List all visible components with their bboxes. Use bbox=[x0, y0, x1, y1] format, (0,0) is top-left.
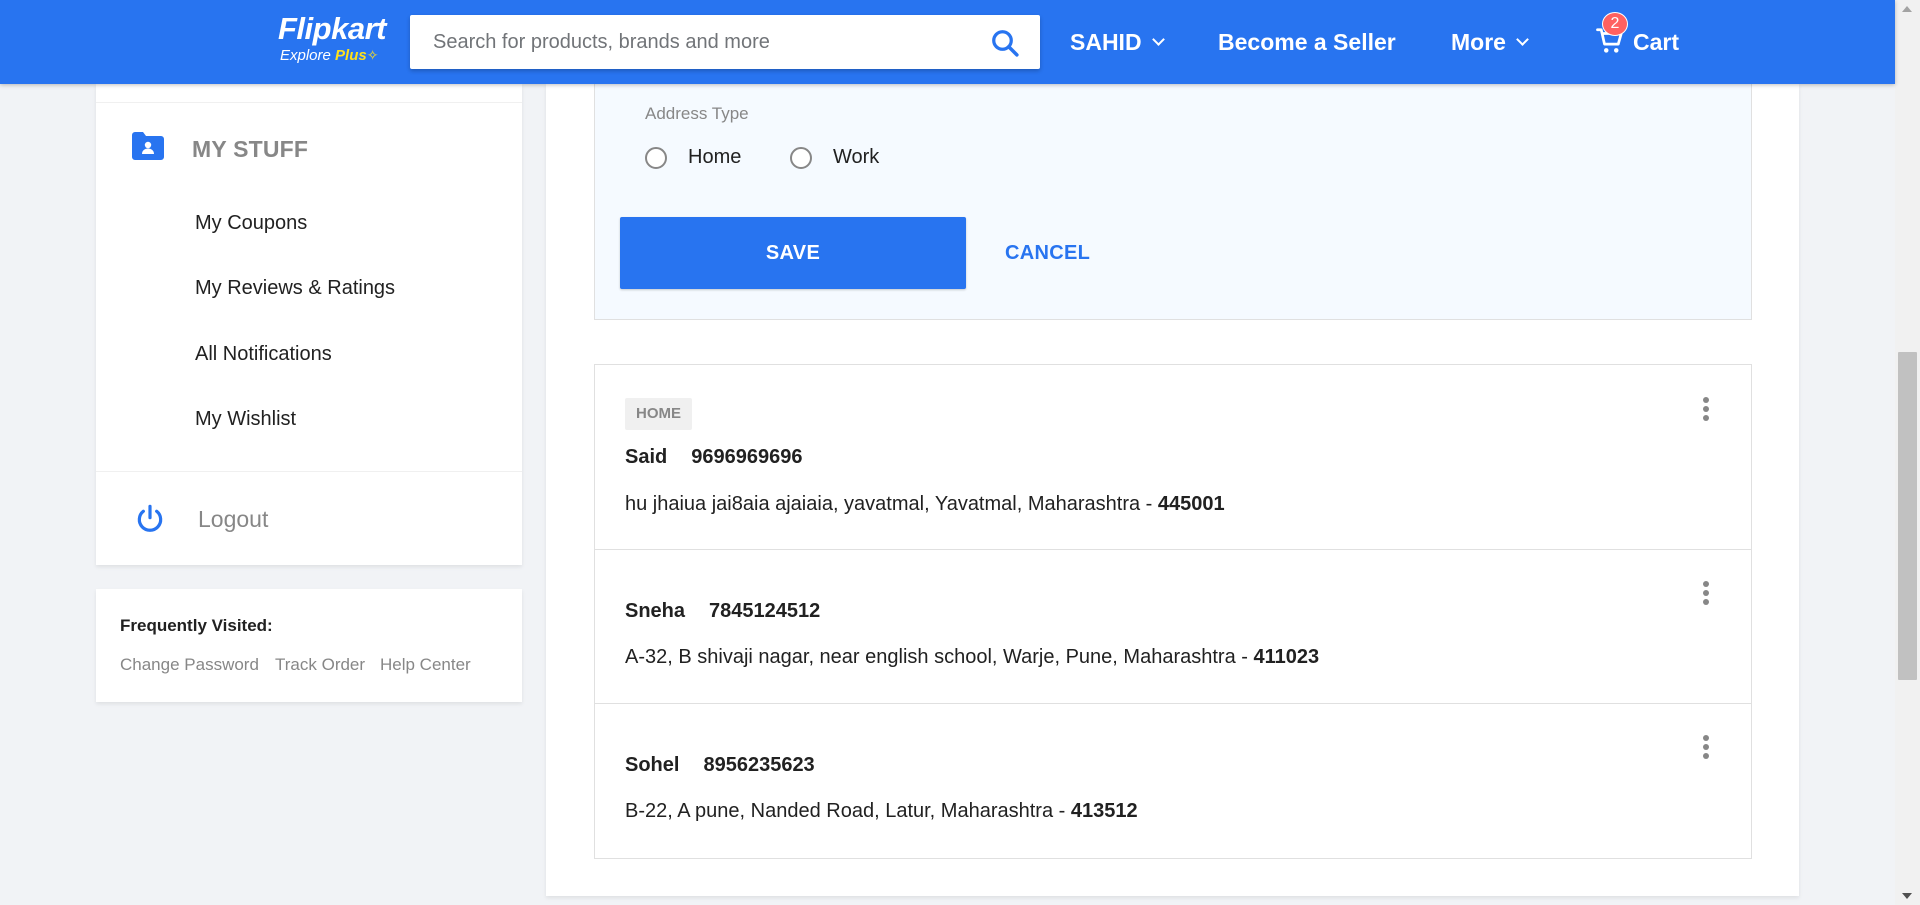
more-options-icon[interactable] bbox=[1701, 581, 1711, 611]
divider bbox=[96, 102, 522, 103]
plus-star-icon: ✧ bbox=[366, 47, 379, 63]
address-name: Sneha bbox=[625, 600, 686, 622]
address-text: hu jhaiua jai8aia ajaiaia, yavatmal, Yav… bbox=[625, 493, 1225, 516]
scroll-up-arrow-icon[interactable] bbox=[1902, 6, 1912, 12]
address-text: A-32, B shivaji nagar, near english scho… bbox=[625, 646, 1319, 669]
more-menu[interactable]: More bbox=[1451, 25, 1529, 59]
cart-count-badge: 2 bbox=[1602, 12, 1628, 36]
address-form: Address Type Home Work SAVE CANCEL bbox=[594, 84, 1752, 320]
save-button[interactable]: SAVE bbox=[620, 217, 966, 289]
address-item: HOME Said 9696969696 hu jhaiua jai8aia aj… bbox=[595, 365, 1751, 550]
sidebar-item-my-wishlist[interactable]: My Wishlist bbox=[195, 408, 296, 431]
address-type-label: Address Type bbox=[645, 104, 749, 123]
cancel-button[interactable]: CANCEL bbox=[1005, 242, 1090, 265]
become-seller-link[interactable]: Become a Seller bbox=[1218, 25, 1396, 59]
logo-explore: Explore bbox=[280, 47, 331, 64]
address-pincode: 413512 bbox=[1070, 800, 1138, 822]
address-phone: 8956235623 bbox=[703, 754, 815, 776]
address-item: Sohel 8956235623 B-22, A pune, Nanded Roa… bbox=[595, 704, 1751, 858]
address-name-row: Sneha 7845124512 bbox=[625, 600, 820, 623]
address-pincode: 445001 bbox=[1157, 493, 1225, 515]
address-type-badge: HOME bbox=[625, 398, 692, 430]
radio-work[interactable]: Work bbox=[790, 146, 879, 169]
sidebar-item-my-reviews[interactable]: My Reviews & Ratings bbox=[195, 277, 395, 300]
address-line: hu jhaiua jai8aia ajaiaia, yavatmal, Yav… bbox=[625, 493, 1158, 515]
address-line: A-32, B shivaji nagar, near english scho… bbox=[625, 646, 1254, 668]
radio-work-label: Work bbox=[833, 146, 880, 168]
my-stuff-panel: MY STUFF My Coupons My Reviews & Ratings… bbox=[96, 84, 522, 565]
addresses-panel: Address Type Home Work SAVE CANCEL HOME … bbox=[546, 84, 1799, 896]
radio-home[interactable]: Home bbox=[645, 146, 741, 169]
chevron-down-icon bbox=[1516, 32, 1529, 46]
scroll-thumb[interactable] bbox=[1898, 352, 1917, 680]
address-text: B-22, A pune, Nanded Road, Latur, Mahara… bbox=[625, 800, 1138, 823]
more-label: More bbox=[1451, 29, 1506, 55]
more-options-icon[interactable] bbox=[1701, 397, 1711, 427]
section-title-my-stuff: MY STUFF bbox=[192, 136, 309, 162]
search-bar bbox=[410, 15, 1040, 69]
address-line: B-22, A pune, Nanded Road, Latur, Mahara… bbox=[625, 800, 1071, 822]
scroll-down-arrow-icon[interactable] bbox=[1902, 893, 1912, 899]
change-password-link[interactable]: Change Password bbox=[120, 655, 259, 675]
logout-button[interactable]: Logout bbox=[198, 506, 268, 533]
chevron-down-icon bbox=[1151, 32, 1165, 46]
frequently-visited-panel: Frequently Visited: Change Password Trac… bbox=[96, 589, 522, 702]
logo-plus: Plus bbox=[335, 47, 367, 64]
folder-user-icon bbox=[132, 132, 164, 160]
address-pincode: 411023 bbox=[1253, 646, 1320, 668]
user-name: SAHID bbox=[1070, 29, 1142, 55]
page-scrollbar[interactable] bbox=[1895, 0, 1920, 905]
radio-home-label: Home bbox=[688, 146, 742, 168]
address-name: Said bbox=[625, 446, 668, 468]
sidebar-item-my-coupons[interactable]: My Coupons bbox=[195, 212, 307, 235]
flipkart-logo[interactable]: Flipkart Explore Plus✧ bbox=[278, 12, 394, 65]
sidebar-item-notifications[interactable]: All Notifications bbox=[195, 343, 332, 366]
become-seller-label: Become a Seller bbox=[1218, 29, 1396, 55]
address-phone: 7845124512 bbox=[709, 600, 821, 622]
cart-link[interactable]: Cart bbox=[1633, 25, 1679, 59]
help-center-link[interactable]: Help Center bbox=[380, 655, 471, 675]
frequently-visited-title: Frequently Visited: bbox=[120, 616, 273, 635]
address-list: HOME Said 9696969696 hu jhaiua jai8aia aj… bbox=[594, 364, 1752, 859]
search-icon[interactable] bbox=[990, 28, 1020, 58]
address-name: Sohel bbox=[625, 754, 680, 776]
address-name-row: Sohel 8956235623 bbox=[625, 754, 815, 777]
cart-label: Cart bbox=[1633, 29, 1680, 55]
user-menu[interactable]: SAHID bbox=[1070, 25, 1165, 59]
radio-circle-icon[interactable] bbox=[790, 146, 812, 169]
search-input[interactable] bbox=[410, 15, 970, 69]
divider bbox=[96, 471, 522, 472]
more-options-icon[interactable] bbox=[1701, 735, 1711, 765]
top-header: Flipkart Explore Plus✧ SAHID Become a Se… bbox=[0, 0, 1895, 84]
address-item: Sneha 7845124512 A-32, B shivaji nagar, n… bbox=[595, 550, 1751, 704]
address-name-row: Said 9696969696 bbox=[625, 446, 802, 469]
logo-tagline: Explore Plus✧ bbox=[280, 46, 394, 65]
radio-circle-icon[interactable] bbox=[645, 146, 667, 169]
track-order-link[interactable]: Track Order bbox=[275, 655, 365, 675]
power-icon[interactable] bbox=[134, 502, 166, 536]
logo-text: Flipkart bbox=[278, 11, 386, 46]
address-phone: 9696969696 bbox=[691, 446, 803, 468]
